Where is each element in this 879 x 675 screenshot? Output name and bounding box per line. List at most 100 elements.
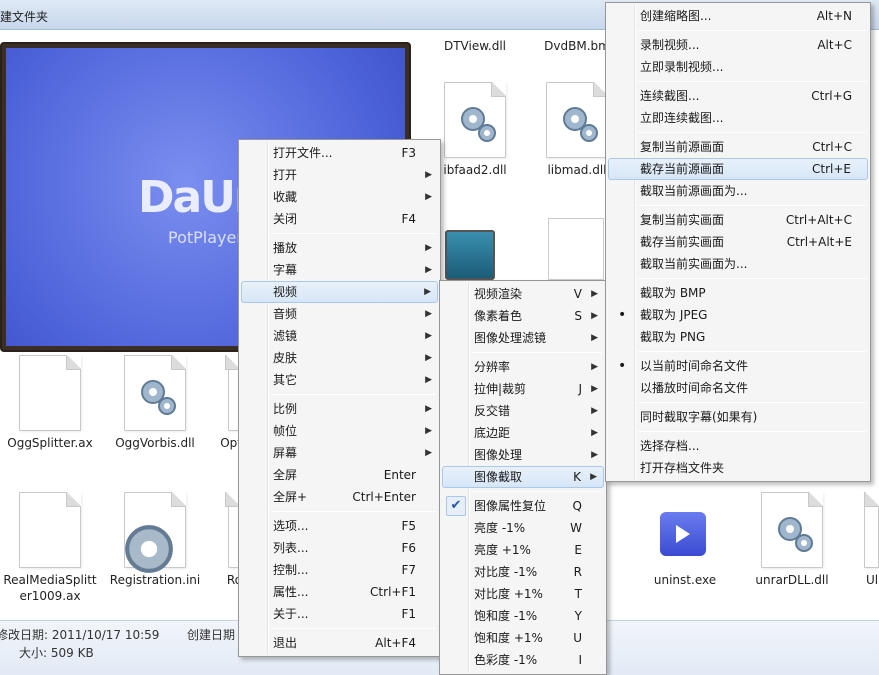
menu-item-resolution[interactable]: 分辨率 ▶ <box>442 356 604 378</box>
menu-item-control[interactable]: 控制... F7 <box>241 559 438 581</box>
menu-item-brightness-up[interactable]: 亮度 +1% E <box>442 539 604 561</box>
file-item-realmediasplitter[interactable]: RealMediaSplitt er1009.ax <box>0 492 105 604</box>
menu-item-continuous-capture[interactable]: 连续截图... Ctrl+G <box>608 85 868 107</box>
menu-item-skins[interactable]: 皮肤 ▶ <box>241 347 438 369</box>
menu-shortcut: Y <box>574 609 582 623</box>
image-capture-submenu[interactable]: 创建缩略图... Alt+N 录制视频... Alt+C 立即录制视频... 连续截… <box>605 2 871 482</box>
menu-item-create-thumbnails[interactable]: 创建缩略图... Alt+N <box>608 5 868 27</box>
file-item-opt[interactable]: Opt <box>172 355 242 451</box>
menu-label: 播放 <box>273 241 298 255</box>
radio-dot-icon: • <box>618 307 627 323</box>
submenu-arrow-icon: ▶ <box>425 426 432 436</box>
menu-item-screen[interactable]: 屏幕 ▶ <box>241 442 438 464</box>
menu-item-contrast-down[interactable]: 对比度 -1% R <box>442 561 604 583</box>
menu-shortcut: F5 <box>401 519 416 533</box>
menu-label: 截存当前实画面 <box>640 235 725 249</box>
menu-item-hue-down[interactable]: 色彩度 -1% I <box>442 649 604 671</box>
file-item-uninst[interactable]: uninst.exe <box>630 492 740 588</box>
menu-label: 关闭 <box>273 212 298 226</box>
file-label: uninst.exe <box>653 573 717 587</box>
menu-separator <box>271 394 436 395</box>
menu-item-filters[interactable]: 滤镜 ▶ <box>241 325 438 347</box>
menu-shortcut: F3 <box>401 146 416 160</box>
menu-item-capture-subtitles[interactable]: 同时截取字幕(如果有) <box>608 406 868 428</box>
menu-item-save-source-frame[interactable]: 截存当前源画面 Ctrl+E <box>608 158 868 180</box>
file-item-ul[interactable]: Ul <box>852 492 879 588</box>
menu-item-image-filter[interactable]: 图像处理滤镜 ▶ <box>442 327 604 349</box>
menu-item-pixel-shader[interactable]: 像素着色 S ▶ <box>442 305 604 327</box>
file-item-ro[interactable]: Ro <box>172 492 242 588</box>
menu-shortcut: Alt+C <box>817 38 852 52</box>
menu-item-video[interactable]: 视频 ▶ <box>241 281 438 303</box>
menu-item-fullscreen[interactable]: 全屏 Enter <box>241 464 438 486</box>
menu-item-image-processing[interactable]: 图像处理 ▶ <box>442 444 604 466</box>
file-item-oggsplitter[interactable]: OggSplitter.ax <box>0 355 105 451</box>
menu-label: 屏幕 <box>273 446 298 460</box>
menu-item-open-file[interactable]: 打开文件... F3 <box>241 142 438 164</box>
menu-item-brightness-down[interactable]: 亮度 -1% W <box>442 517 604 539</box>
menu-item-deinterlace[interactable]: 反交错 ▶ <box>442 400 604 422</box>
menu-item-aspect-ratio[interactable]: 比例 ▶ <box>241 398 438 420</box>
menu-label: 反交错 <box>474 404 511 418</box>
menu-item-open-save-folder[interactable]: 打开存档文件夹 <box>608 457 868 479</box>
menu-item-continuous-capture-now[interactable]: 立即连续截图... <box>608 107 868 129</box>
menu-label: 同时截取字幕(如果有) <box>640 410 758 424</box>
main-context-menu[interactable]: 打开文件... F3 打开 ▶ 收藏 ▶ 关闭 F4 播放 ▶ 字幕 ▶ 视频 ▶ 音频 ▶ 滤… <box>238 139 441 657</box>
menu-separator <box>638 132 866 133</box>
menu-label: 截取为 JPEG <box>640 308 708 322</box>
menu-shortcut: Q <box>572 499 582 513</box>
menu-item-playlist[interactable]: 列表... F6 <box>241 537 438 559</box>
file-label: DTView.dll <box>443 39 507 53</box>
menu-item-name-by-current-time[interactable]: • 以当前时间命名文件 <box>608 355 868 377</box>
video-submenu[interactable]: 视频渲染 V ▶ 像素着色 S ▶ 图像处理滤镜 ▶ 分辨率 ▶ 拉伸|裁剪 J ▶ 反交错 ▶ … <box>439 280 607 675</box>
menu-shortcut: Ctrl+G <box>811 89 852 103</box>
menu-item-subtitles[interactable]: 字幕 ▶ <box>241 259 438 281</box>
menu-item-playback[interactable]: 播放 ▶ <box>241 237 438 259</box>
menu-item-bottom-margin[interactable]: 底边距 ▶ <box>442 422 604 444</box>
menu-item-choose-save-folder[interactable]: 选择存档... <box>608 435 868 457</box>
menu-shortcut: K <box>573 470 581 484</box>
file-item-unrardll[interactable]: unrarDLL.dll <box>737 492 847 588</box>
menu-item-image-capture[interactable]: 图像截取 K ▶ <box>442 466 604 488</box>
file-icon <box>548 218 604 280</box>
menu-item-close[interactable]: 关闭 F4 <box>241 208 438 230</box>
menu-item-record-video[interactable]: 录制视频... Alt+C <box>608 34 868 56</box>
menu-item-exit[interactable]: 退出 Alt+F4 <box>241 632 438 654</box>
menu-label: 亮度 +1% <box>474 543 531 557</box>
menu-item-reset-image-properties[interactable]: ✔ 图像属性复位 Q <box>442 495 604 517</box>
menu-item-video-renderer[interactable]: 视频渲染 V ▶ <box>442 283 604 305</box>
submenu-arrow-icon: ▶ <box>425 243 432 253</box>
menu-label: 分辨率 <box>474 360 511 374</box>
menu-item-contrast-up[interactable]: 对比度 +1% T <box>442 583 604 605</box>
menu-item-name-by-playback-time[interactable]: 以播放时间命名文件 <box>608 377 868 399</box>
file-item-dtview[interactable]: DTView.dll <box>420 38 530 54</box>
dll-gear-icon <box>546 82 608 158</box>
menu-item-record-video-now[interactable]: 立即录制视频... <box>608 56 868 78</box>
menu-item-copy-display-frame[interactable]: 复制当前实画面 Ctrl+Alt+C <box>608 209 868 231</box>
menu-item-saturation-down[interactable]: 饱和度 -1% Y <box>442 605 604 627</box>
menu-item-format-bmp[interactable]: 截取为 BMP <box>608 282 868 304</box>
menu-item-audio[interactable]: 音频 ▶ <box>241 303 438 325</box>
submenu-arrow-icon: ▶ <box>591 450 598 460</box>
file-label: Opt <box>220 436 242 450</box>
menu-item-open[interactable]: 打开 ▶ <box>241 164 438 186</box>
menu-label: 底边距 <box>474 426 511 440</box>
menu-item-fullscreen-plus[interactable]: 全屏+ Ctrl+Enter <box>241 486 438 508</box>
menu-item-save-display-frame-as[interactable]: 截取当前实画面为... <box>608 253 868 275</box>
menu-item-format-png[interactable]: 截取为 PNG <box>608 326 868 348</box>
menu-item-properties[interactable]: 属性... Ctrl+F1 <box>241 581 438 603</box>
menu-item-frame-position[interactable]: 帧位 ▶ <box>241 420 438 442</box>
menu-item-saturation-up[interactable]: 饱和度 +1% U <box>442 627 604 649</box>
menu-item-copy-source-frame[interactable]: 复制当前源画面 Ctrl+C <box>608 136 868 158</box>
menu-item-format-jpeg[interactable]: • 截取为 JPEG <box>608 304 868 326</box>
menu-item-stretch-crop[interactable]: 拉伸|裁剪 J ▶ <box>442 378 604 400</box>
menu-item-save-display-frame[interactable]: 截存当前实画面 Ctrl+Alt+E <box>608 231 868 253</box>
menu-item-save-source-frame-as[interactable]: 截取当前源画面为... <box>608 180 868 202</box>
menu-item-options[interactable]: 选项... F5 <box>241 515 438 537</box>
menu-item-other[interactable]: 其它 ▶ <box>241 369 438 391</box>
menu-separator <box>638 431 866 432</box>
submenu-arrow-icon: ▶ <box>591 362 598 372</box>
menu-item-about[interactable]: 关于... F1 <box>241 603 438 625</box>
dll-gear-icon <box>761 492 823 568</box>
menu-item-favorites[interactable]: 收藏 ▶ <box>241 186 438 208</box>
